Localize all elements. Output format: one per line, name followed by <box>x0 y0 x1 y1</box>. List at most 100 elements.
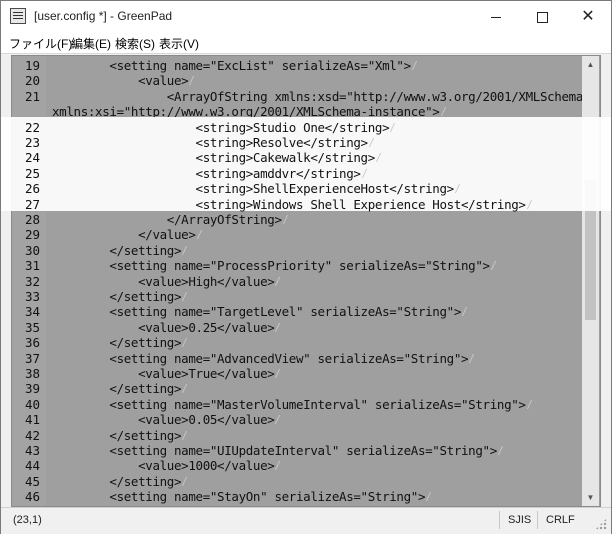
end-of-line-icon <box>461 307 473 317</box>
status-bar: (23,1) SJIS CRLF <box>1 507 611 534</box>
code-line[interactable]: <setting name="UIUpdateInterval" seriali… <box>52 443 508 458</box>
notepad-app-icon <box>10 8 26 24</box>
code-line[interactable]: <value>0.25</value> <box>52 319 286 335</box>
code-line[interactable]: <ArrayOfString xmlns:xsd="http://www.w3.… <box>52 88 600 104</box>
line-number: 39 <box>24 381 40 397</box>
code-line[interactable]: <setting name="TargetLevel" serializeAs=… <box>52 304 473 320</box>
end-of-line-icon <box>490 261 501 271</box>
code-line-text: <value>1000</value> <box>52 458 275 474</box>
code-line-text: </setting> <box>52 242 182 258</box>
end-of-line-icon <box>275 461 286 471</box>
cursor-position: (23,1) <box>13 514 42 526</box>
code-line-text: <setting name="UIUpdateInterval" seriali… <box>52 443 497 458</box>
code-line-text: <string>Studio One</string> <box>52 119 390 135</box>
end-of-line-icon <box>497 446 508 455</box>
end-of-line-icon <box>182 292 193 301</box>
code-line-text: </setting> <box>52 427 182 443</box>
menu-edit[interactable]: 編集(E) <box>71 35 111 52</box>
code-line[interactable]: <string>Resolve</string> <box>52 135 379 150</box>
code-line[interactable]: <value>1000</value> <box>52 458 286 474</box>
code-line[interactable]: <value>0.05</value> <box>52 412 286 428</box>
code-line[interactable]: </setting> <box>52 335 193 351</box>
code-line[interactable]: </setting> <box>52 427 193 443</box>
line-number: 25 <box>24 165 40 181</box>
end-of-line-icon <box>182 476 193 486</box>
code-line-text: <setting name="StayOn" serializeAs="Stri… <box>52 489 426 505</box>
end-of-line-icon <box>526 399 537 409</box>
end-of-line-icon <box>182 245 193 255</box>
code-line[interactable]: <string>Windows Shell Experience Host</s… <box>52 196 537 212</box>
line-number: 30 <box>24 242 40 258</box>
window-title: [user.config *] - GreenPad <box>34 9 173 23</box>
code-line[interactable]: </value> <box>52 227 207 242</box>
end-of-line-icon <box>182 430 193 440</box>
end-of-line-icon <box>440 107 451 117</box>
code-line[interactable]: <string>ShellExperienceHost</string> <box>52 181 465 197</box>
line-number: 40 <box>24 396 40 412</box>
code-line[interactable]: <string>amddvr</string> <box>52 165 372 181</box>
code-line-text: <setting name="ProcessPriority" serializ… <box>52 258 490 274</box>
end-of-line-icon <box>189 76 200 86</box>
menu-view[interactable]: 表示(V) <box>159 35 199 52</box>
code-line[interactable]: <value>High</value> <box>52 274 286 289</box>
end-of-line-icon <box>182 338 193 348</box>
line-ending-indicator[interactable]: CRLF <box>537 511 582 529</box>
close-button[interactable]: ✕ <box>565 1 611 31</box>
code-line[interactable]: <value>True</value> <box>52 366 286 381</box>
code-line[interactable]: </setting> <box>52 242 193 258</box>
code-line[interactable]: </setting> <box>52 289 193 304</box>
line-number: 21 <box>24 88 40 104</box>
line-number: 29 <box>24 227 40 243</box>
resize-grip-icon[interactable] <box>595 518 607 530</box>
scroll-up-arrow-icon[interactable]: ▲ <box>582 56 599 73</box>
end-of-line-icon <box>282 215 293 224</box>
code-line[interactable]: </setting> <box>52 474 193 489</box>
encoding-indicator[interactable]: SJIS <box>499 511 538 529</box>
code-line-text: <string>Cakewalk</string> <box>52 150 376 166</box>
minimize-button[interactable] <box>473 1 519 31</box>
end-of-line-icon <box>196 230 207 240</box>
end-of-line-icon <box>275 276 286 286</box>
end-of-line-icon <box>275 369 286 378</box>
maximize-icon <box>536 11 548 23</box>
code-line-text: </setting> <box>52 335 182 351</box>
menu-bar: ファイル(F) 編集(E) 検索(S) 表示(V) <box>1 31 611 54</box>
code-line[interactable]: <setting name="StayOn" serializeAs="Stri… <box>52 489 437 505</box>
menu-search[interactable]: 検索(S) <box>115 35 155 52</box>
code-line-text: </ArrayOfString> <box>52 212 282 227</box>
scroll-down-arrow-icon[interactable]: ▼ <box>582 489 599 506</box>
code-line-text: <value>0.05</value> <box>52 412 275 428</box>
code-line[interactable]: <value> <box>52 73 200 89</box>
code-line[interactable]: <setting name="AdvancedView" serializeAs… <box>52 350 480 366</box>
code-line[interactable]: <setting name="MasterVolumeInterval" ser… <box>52 397 537 412</box>
code-line-text: <string>Windows Shell Experience Host</s… <box>52 196 526 212</box>
code-line-text: <string>amddvr</string> <box>52 165 361 181</box>
line-number: 26 <box>24 181 40 197</box>
title-bar[interactable]: [user.config *] - GreenPad ✕ <box>1 1 611 31</box>
line-number: 35 <box>24 319 40 335</box>
code-line[interactable]: <string>Cakewalk</string> <box>52 150 387 166</box>
code-line[interactable]: <setting name="ExcList" serializeAs="Xml… <box>52 58 422 73</box>
line-number: 28 <box>24 212 40 227</box>
close-icon: ✕ <box>581 8 595 25</box>
code-line-text: <string>Resolve</string> <box>52 135 369 150</box>
line-number: 22 <box>24 119 40 135</box>
code-line-text: <ArrayOfString xmlns:xsd="http://www.w3.… <box>52 88 591 104</box>
code-line-text: <setting name="TargetLevel" serializeAs=… <box>52 304 462 320</box>
end-of-line-icon <box>275 415 286 425</box>
code-line[interactable]: </setting> <box>52 381 193 396</box>
code-line-text: <string>ShellExperienceHost</string> <box>52 181 455 197</box>
line-number: 41 <box>24 412 40 428</box>
code-line[interactable]: <setting name="ProcessPriority" serializ… <box>52 258 501 274</box>
line-number: 33 <box>24 289 40 304</box>
code-line[interactable]: </ArrayOfString> <box>52 212 293 227</box>
end-of-line-icon <box>426 492 437 502</box>
menu-file[interactable]: ファイル(F) <box>9 35 72 52</box>
code-line-text: <value>0.25</value> <box>52 319 275 335</box>
code-line-text: <value> <box>52 73 189 89</box>
line-number: 31 <box>24 258 40 274</box>
code-line[interactable]: <string>Studio One</string> <box>52 119 401 135</box>
line-number: 38 <box>24 366 40 381</box>
code-line-text: <setting name="AdvancedView" serializeAs… <box>52 350 469 366</box>
maximize-button[interactable] <box>519 1 565 31</box>
